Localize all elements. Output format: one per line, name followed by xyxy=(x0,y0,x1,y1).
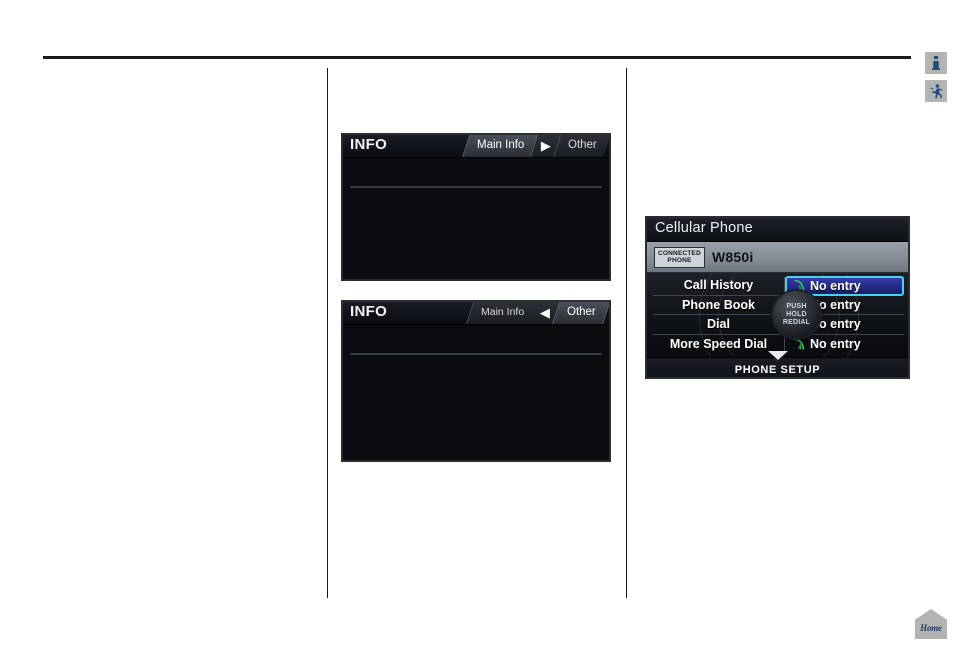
cp-value-text: No entry xyxy=(810,337,861,352)
interface-dial-knob[interactable] xyxy=(454,186,498,188)
connected-phone-badge: CONNECTED PHONE xyxy=(654,246,705,268)
info-other-titlebar: INFO Main Info ◀ Other xyxy=(341,300,611,325)
tab-other-label: Other xyxy=(568,139,597,151)
column-divider-left xyxy=(327,68,328,598)
knob-arc-decoration-outer xyxy=(418,186,536,188)
tab-main-info-2-label: Main Info xyxy=(481,306,525,318)
knob-line-3: REDIAL xyxy=(782,318,811,326)
pedestrian-icon[interactable] xyxy=(925,80,947,102)
tab-prev-arrow-glyph: ◀ xyxy=(540,304,551,320)
push-hold-redial-knob[interactable]: PUSH HOLD REDIAL xyxy=(773,291,820,338)
connected-phone-bar: CONNECTED PHONE W850i xyxy=(645,242,910,273)
column-divider-right xyxy=(626,68,627,598)
info-i-icon[interactable] xyxy=(925,52,947,74)
tab-other-2[interactable]: Other xyxy=(552,300,611,324)
info-other-list-area: 1 Calendar 2 Scenic Road Information 3 C… xyxy=(350,353,602,355)
info-main-title: INFO xyxy=(350,136,388,153)
cp-label-text: Dial xyxy=(707,317,730,332)
phone-setup-footer[interactable]: PHONE SETUP xyxy=(645,351,910,379)
info-other-title: INFO xyxy=(350,303,388,320)
cp-value-text: No entry xyxy=(810,278,861,293)
cp-label-text: Phone Book xyxy=(682,297,755,312)
label-line1: Cellular xyxy=(403,186,447,188)
tab-main-info-2[interactable]: Main Info xyxy=(466,300,539,324)
tab-main-info[interactable]: Main Info xyxy=(462,133,540,157)
speed-dial-4-icon: 4 xyxy=(793,338,806,351)
cp-label-phone-book[interactable]: Phone Book xyxy=(653,295,785,315)
tab-main-info-label: Main Info xyxy=(476,139,525,151)
tab-other-2-label: Other xyxy=(567,306,596,318)
screenshot-info-main-info: INFO Main Info ▶ Other xyxy=(341,133,611,281)
cp-label-more-speed-dial[interactable]: More Speed Dial xyxy=(653,334,785,354)
cp-label-text: More Speed Dial xyxy=(669,337,768,352)
list-arc-decoration-2 xyxy=(350,353,476,355)
header-rule xyxy=(43,56,911,59)
info-main-titlebar: INFO Main Info ▶ Other xyxy=(341,133,611,158)
knob-arc-decoration xyxy=(433,186,521,188)
screenshot-cellular-phone: Cellular Phone CONNECTED PHONE W850i Cal… xyxy=(645,216,910,379)
tab-other[interactable]: Other xyxy=(553,133,611,157)
svg-text:4: 4 xyxy=(798,344,802,351)
cp-label-text: Call History xyxy=(683,278,754,293)
menu-item-messages[interactable]: Messages xyxy=(476,187,601,188)
info-main-tabs: Main Info ▶ Other xyxy=(462,133,611,157)
connected-phone-badge-line1: CONNECTED xyxy=(658,249,701,257)
connected-phone-name: W850i xyxy=(711,249,754,265)
menu-item-cellular-phone-label: Cellular Phone xyxy=(375,187,475,188)
cp-label-call-history[interactable]: Call History xyxy=(653,276,785,296)
corner-icon-group xyxy=(925,52,947,102)
menu-item-cellular-phone[interactable]: Cellular Phone xyxy=(351,187,476,188)
info-other-tabs: Main Info ◀ Other xyxy=(466,300,611,324)
connected-phone-badge-line2: PHONE xyxy=(667,257,692,264)
cellular-phone-options: Call History 1 No entry Phone Book No en… xyxy=(645,273,910,357)
screenshot-info-other: INFO Main Info ◀ Other 1 Calendar xyxy=(341,300,611,462)
cellular-phone-title: Cellular Phone xyxy=(655,220,753,236)
knob-line-1: PUSH xyxy=(786,302,807,310)
cp-label-dial[interactable]: Dial xyxy=(653,315,785,335)
tab-next-arrow-glyph: ▶ xyxy=(541,137,552,153)
list-arc-decoration xyxy=(350,353,453,355)
knob-line-2: HOLD xyxy=(786,310,807,318)
home-button[interactable]: Home xyxy=(915,609,947,639)
home-button-label: Home xyxy=(920,623,942,633)
chevron-down-icon xyxy=(767,351,788,360)
phone-setup-label: PHONE SETUP xyxy=(734,363,821,376)
cp-value-more-speed-dial[interactable]: 4 No entry xyxy=(785,335,904,355)
info-main-menu-area: Cellular Phone Messages xyxy=(350,186,602,188)
cellular-phone-titlebar: Cellular Phone xyxy=(645,216,910,242)
